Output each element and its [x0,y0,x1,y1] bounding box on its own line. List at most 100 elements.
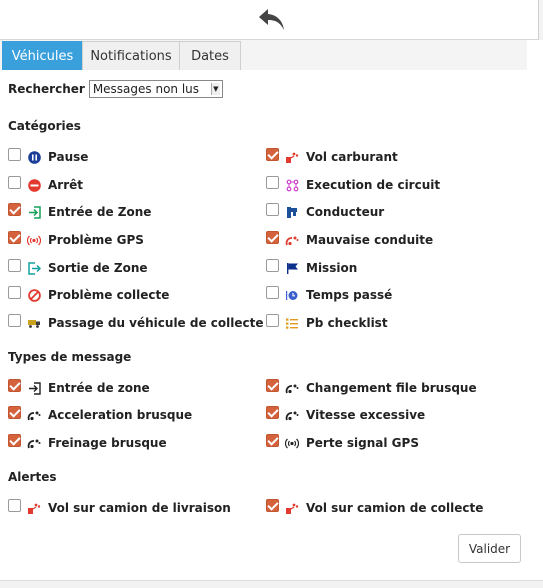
back-button[interactable] [254,5,290,35]
checkbox[interactable] [266,285,279,299]
checkbox[interactable] [266,433,279,447]
ban-icon [27,288,41,302]
checkbox[interactable] [8,258,21,272]
zone-enter-icon [27,205,41,219]
category-vol-carburant[interactable]: Vol carburant [266,147,398,167]
gps-signal-icon [285,436,299,450]
type-label: Vitesse excessive [306,408,426,422]
checkbox[interactable] [8,313,21,327]
pause-circle-icon [27,150,41,164]
category-label: Pause [48,150,89,164]
category-probleme-collecte[interactable]: Problème collecte [8,285,169,305]
tab-vehicules[interactable]: Véhicules [2,41,83,70]
type-changement-file[interactable]: Changement file brusque [266,378,477,398]
gauge-icon [27,408,41,422]
checkbox[interactable] [266,313,279,327]
category-arret[interactable]: Arrêt [8,175,83,195]
category-pause[interactable]: Pause [8,147,88,167]
chevron-down-icon: ▼ [210,83,220,95]
category-label: Temps passé [306,288,393,302]
type-acceleration-brusque[interactable]: Acceleration brusque [8,405,192,425]
search-label: Rechercher [8,82,85,96]
type-entree-zone[interactable]: Entrée de zone [8,378,150,398]
section-title-types: Types de message [8,350,132,364]
type-label: Acceleration brusque [48,408,193,422]
checkbox[interactable] [8,433,21,447]
driver-icon [285,205,299,219]
zone-exit-icon [27,261,41,275]
category-label: Problème collecte [48,288,170,302]
flag-icon [285,261,299,275]
stop-sign-icon [27,178,41,192]
checklist-icon [285,316,299,330]
time-spent-icon [285,288,299,302]
category-conducteur[interactable]: Conducteur [266,202,384,222]
category-passage-vehicule[interactable]: Passage du véhicule de collecte [8,313,264,333]
tab-dates[interactable]: Dates [179,41,241,70]
circuit-route-icon [285,178,299,192]
category-label: Arrêt [48,178,83,192]
type-perte-signal-gps[interactable]: Perte signal GPS [266,433,419,453]
alerte-label: Vol sur camion de livraison [48,501,231,515]
section-title-categories: Catégories [8,119,81,133]
scrollbar-edge [538,0,543,40]
type-vitesse-excessive[interactable]: Vitesse excessive [266,405,425,425]
category-label: Vol carburant [306,150,398,164]
gauge-icon [27,436,41,450]
checkbox[interactable] [8,147,21,161]
valider-button[interactable]: Valider [458,534,521,563]
type-label: Changement file brusque [306,381,477,395]
alerte-vol-collecte[interactable]: Vol sur camion de collecte [266,498,483,518]
category-execution-circuit[interactable]: Execution de circuit [266,175,440,195]
gauge-icon [285,408,299,422]
checkbox[interactable] [8,202,21,216]
checkbox[interactable] [8,378,21,392]
top-bar [0,0,543,40]
checkbox[interactable] [266,498,279,512]
type-label: Perte signal GPS [306,436,419,450]
alerte-label: Vol sur camion de collecte [306,501,484,515]
category-label: Sortie de Zone [48,261,148,275]
checkbox[interactable] [8,285,21,299]
category-label: Mauvaise conduite [306,233,434,247]
tab-bar: Véhicules Notifications Dates [0,40,527,70]
alerte-vol-livraison[interactable]: Vol sur camion de livraison [8,498,231,518]
checkbox[interactable] [266,230,279,244]
category-sortie-zone[interactable]: Sortie de Zone [8,258,148,278]
search-row: Rechercher Messages non lus ▼ [8,80,223,98]
fuel-theft-icon [27,501,41,515]
fuel-theft-icon [285,501,299,515]
gps-signal-icon [27,233,41,247]
checkbox[interactable] [8,175,21,189]
checkbox[interactable] [266,258,279,272]
select-value: Messages non lus [92,82,200,96]
category-pb-checklist[interactable]: Pb checklist [266,313,388,333]
category-entree-zone[interactable]: Entrée de Zone [8,202,151,222]
checkbox[interactable] [266,202,279,216]
tab-notifications[interactable]: Notifications [82,41,180,70]
checkbox[interactable] [266,147,279,161]
checkbox[interactable] [8,230,21,244]
message-filter-select[interactable]: Messages non lus ▼ [88,80,223,98]
category-mauvaise-conduite[interactable]: Mauvaise conduite [266,230,433,250]
checkbox[interactable] [266,175,279,189]
fuel-theft-icon [285,150,299,164]
checkbox[interactable] [8,498,21,512]
category-probleme-gps[interactable]: Problème GPS [8,230,144,250]
category-mission[interactable]: Mission [266,258,357,278]
zone-enter-icon [27,381,41,395]
collection-truck-icon [27,316,41,330]
type-label: Entrée de zone [48,381,150,395]
checkbox[interactable] [266,378,279,392]
category-label: Pb checklist [306,316,388,330]
category-label: Execution de circuit [306,178,441,192]
category-temps-passe[interactable]: Temps passé [266,285,392,305]
type-label: Freinage brusque [48,436,167,450]
section-title-alertes: Alertes [8,470,57,484]
checkbox[interactable] [8,405,21,419]
undo-arrow-icon [258,8,284,30]
category-label: Entrée de Zone [48,205,152,219]
checkbox[interactable] [266,405,279,419]
category-label: Problème GPS [48,233,144,247]
type-freinage-brusque[interactable]: Freinage brusque [8,433,167,453]
